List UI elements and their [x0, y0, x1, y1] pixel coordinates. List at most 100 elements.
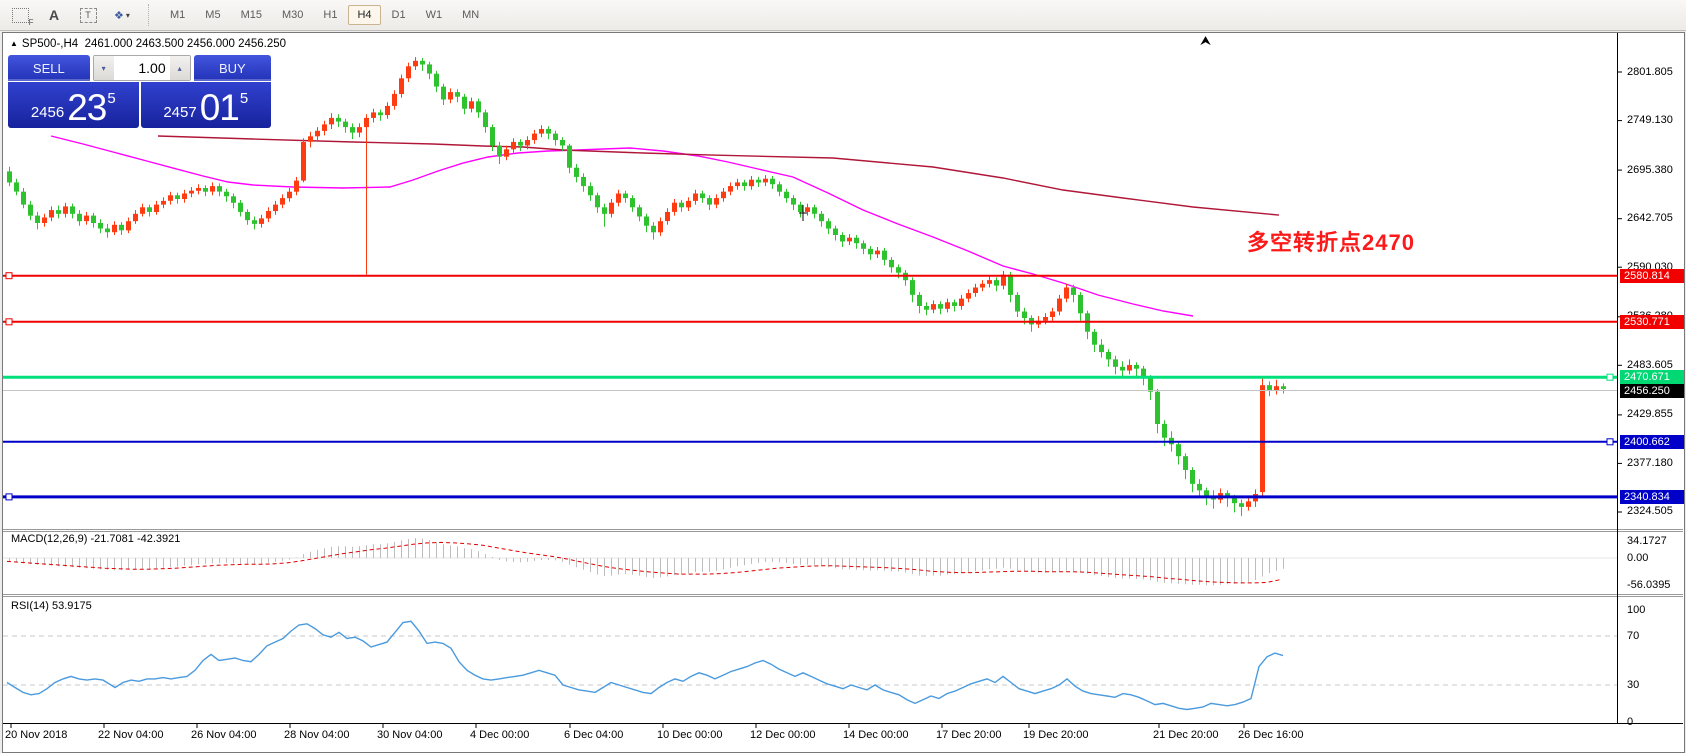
candle-body[interactable]	[217, 186, 222, 192]
candle-body[interactable]	[931, 304, 936, 310]
candle-body[interactable]	[273, 205, 278, 212]
candle-body[interactable]	[182, 194, 187, 200]
candle-body[interactable]	[609, 203, 614, 214]
candle-body[interactable]	[532, 134, 537, 141]
candle-body[interactable]	[448, 92, 453, 99]
candle-body[interactable]	[343, 122, 348, 128]
candle-body[interactable]	[266, 211, 271, 218]
candle-body[interactable]	[70, 206, 75, 213]
candle-body[interactable]	[280, 198, 285, 205]
candle-body[interactable]	[252, 220, 257, 224]
timeframe-button-mn[interactable]: MN	[453, 5, 488, 25]
candle-body[interactable]	[1148, 378, 1153, 392]
candle-body[interactable]	[497, 146, 502, 157]
timeframe-button-w1[interactable]: W1	[417, 5, 452, 25]
candle-body[interactable]	[707, 198, 712, 205]
buy-quote[interactable]: 2457015	[141, 82, 272, 128]
candle-body[interactable]	[406, 66, 411, 78]
candle-body[interactable]	[49, 210, 54, 217]
timeframe-button-h1[interactable]: H1	[314, 5, 346, 25]
chart-area[interactable]: ▲SP500-,H4 2461.000 2463.500 2456.000 24…	[3, 33, 1683, 750]
candle-body[interactable]	[329, 118, 334, 125]
candle-body[interactable]	[791, 198, 796, 205]
candle-body[interactable]	[518, 142, 523, 146]
candle-body[interactable]	[231, 196, 236, 203]
candle-body[interactable]	[1015, 295, 1020, 312]
candle-body[interactable]	[574, 168, 579, 177]
candle-body[interactable]	[21, 192, 26, 205]
candle-body[interactable]	[616, 194, 621, 203]
candle-body[interactable]	[1162, 424, 1167, 438]
candle-body[interactable]	[812, 207, 817, 214]
candle-body[interactable]	[882, 251, 887, 260]
sell-quote[interactable]: 2456235	[8, 82, 139, 128]
trend-annotation[interactable]: 多空转折点2470	[1247, 225, 1415, 257]
object-styles-icon[interactable]: ❖▾	[110, 5, 134, 25]
candle-body[interactable]	[511, 142, 516, 149]
candle-body[interactable]	[294, 181, 299, 192]
text-box-icon[interactable]: T	[76, 5, 100, 25]
candle-body[interactable]	[665, 212, 670, 221]
candle-body[interactable]	[224, 192, 229, 197]
candle-body[interactable]	[973, 288, 978, 294]
candle-body[interactable]	[728, 186, 733, 192]
candle-body[interactable]	[77, 214, 82, 221]
candle-body[interactable]	[385, 106, 390, 115]
candle-body[interactable]	[1022, 312, 1027, 319]
candle-body[interactable]	[238, 203, 243, 212]
candle-body[interactable]	[819, 214, 824, 221]
candle-body[interactable]	[868, 249, 873, 255]
candle-body[interactable]	[175, 195, 180, 199]
candle-body[interactable]	[1078, 295, 1083, 313]
candle-body[interactable]	[798, 205, 803, 212]
candle-body[interactable]	[826, 221, 831, 228]
level-anchor[interactable]	[1607, 374, 1613, 380]
candle-body[interactable]	[966, 293, 971, 299]
candle-body[interactable]	[28, 205, 33, 216]
candle-body[interactable]	[847, 238, 852, 242]
candle-body[interactable]	[672, 203, 677, 212]
candle-body[interactable]	[42, 218, 47, 224]
candle-body[interactable]	[595, 195, 600, 207]
candle-body[interactable]	[756, 180, 761, 183]
candle-body[interactable]	[686, 201, 691, 208]
candle-body[interactable]	[987, 280, 992, 284]
candle-body[interactable]	[1176, 444, 1181, 456]
candle-body[interactable]	[56, 210, 61, 214]
candle-body[interactable]	[693, 194, 698, 201]
chart-canvas[interactable]	[3, 33, 1683, 750]
candle-body[interactable]	[98, 223, 103, 229]
volume-increase-button[interactable]: ▴	[170, 56, 190, 80]
candle-body[interactable]	[1050, 312, 1055, 318]
candle-body[interactable]	[140, 207, 145, 214]
timeframe-button-m15[interactable]: M15	[232, 5, 271, 25]
candle-body[interactable]	[539, 129, 544, 134]
timeframe-button-d1[interactable]: D1	[383, 5, 415, 25]
candle-body[interactable]	[567, 146, 572, 168]
candle-body[interactable]	[938, 304, 943, 309]
candle-body[interactable]	[875, 251, 880, 255]
candle-body[interactable]	[133, 214, 138, 221]
candle-body[interactable]	[1113, 359, 1118, 366]
candle-body[interactable]	[770, 179, 775, 185]
candle-body[interactable]	[364, 118, 369, 127]
candle-body[interactable]	[700, 194, 705, 199]
candle-body[interactable]	[854, 238, 859, 244]
candle-body[interactable]	[861, 243, 866, 249]
candle-body[interactable]	[1204, 490, 1209, 496]
candle-body[interactable]	[651, 226, 656, 233]
candle-body[interactable]	[980, 284, 985, 288]
candle-body[interactable]	[1239, 503, 1244, 507]
level-anchor[interactable]	[6, 494, 12, 500]
candle-body[interactable]	[1008, 275, 1013, 295]
candle-body[interactable]	[315, 131, 320, 137]
candle-body[interactable]	[35, 216, 40, 223]
candle-body[interactable]	[1106, 352, 1111, 359]
sell-button[interactable]: SELL	[8, 55, 90, 81]
candle-body[interactable]	[805, 207, 810, 212]
candle-body[interactable]	[14, 182, 19, 191]
timeframe-button-m5[interactable]: M5	[196, 5, 229, 25]
candle-body[interactable]	[399, 78, 404, 94]
candle-body[interactable]	[1155, 392, 1160, 424]
candle-body[interactable]	[1190, 470, 1195, 484]
